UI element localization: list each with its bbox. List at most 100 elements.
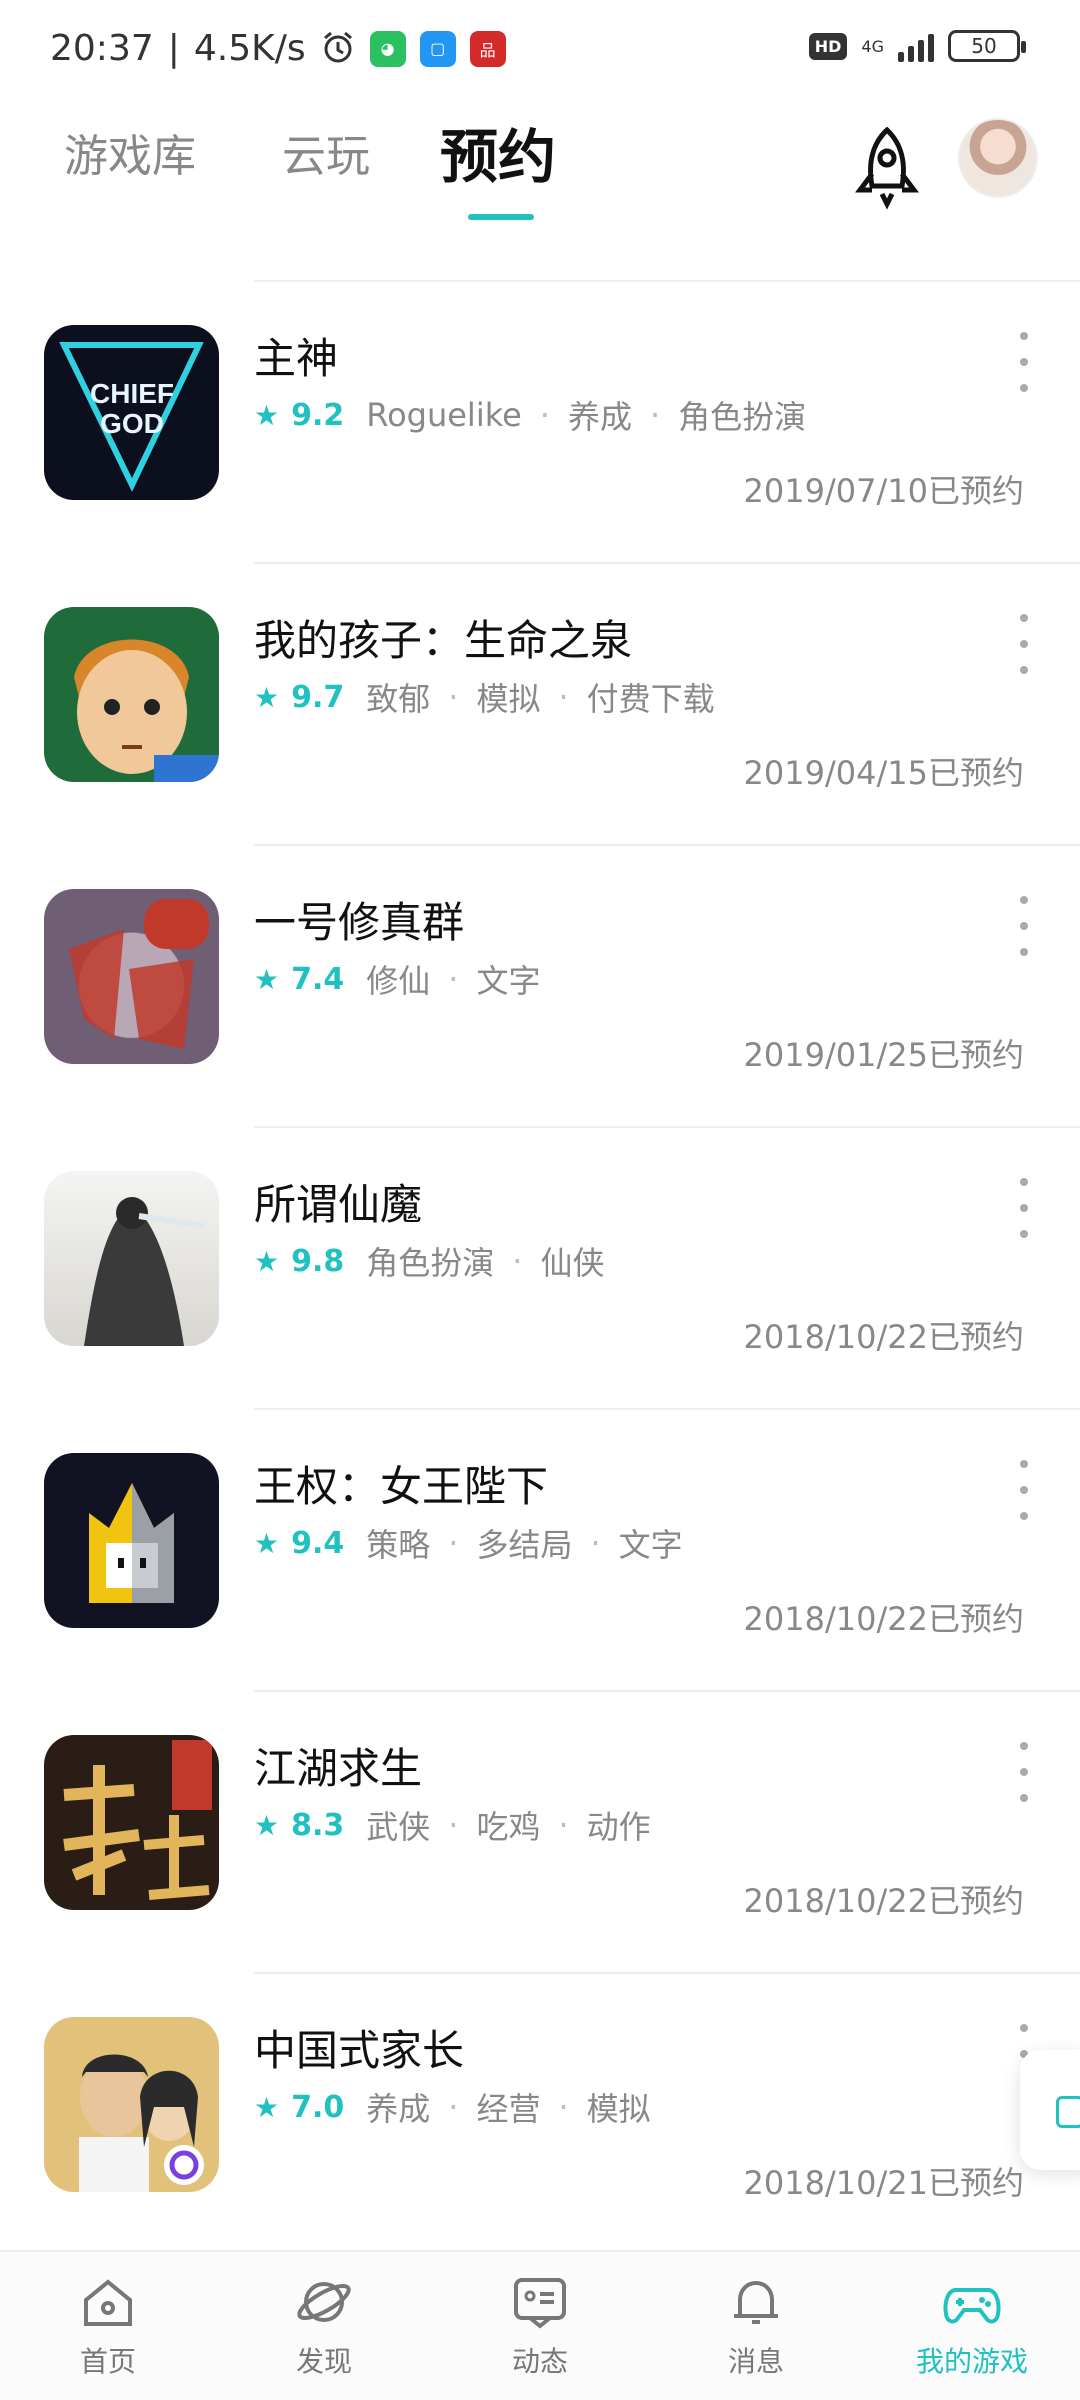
xiuzhen-icon bbox=[44, 889, 219, 1064]
avatar[interactable] bbox=[958, 118, 1038, 198]
nav-feed[interactable]: 动态 bbox=[460, 2272, 620, 2380]
tag-separator: · bbox=[649, 396, 661, 434]
game-tag: 养成 bbox=[366, 2090, 431, 2128]
game-tag: 多结局 bbox=[476, 1526, 573, 1564]
tag-separator: · bbox=[558, 2088, 569, 2126]
game-row[interactable]: 江湖求生 ★ 8.3 武侠 · 吃鸡 · 动作 2018/10/22已预约 bbox=[0, 1690, 1080, 1972]
game-tag: 经营 bbox=[476, 2090, 541, 2128]
game-row[interactable]: 所谓仙魔 ★ 9.8 角色扮演 · 仙侠 2018/10/22已预约 bbox=[0, 1126, 1080, 1408]
reservation-date: 2019/07/10已预约 bbox=[743, 472, 1024, 510]
battery-icon: 50 bbox=[948, 30, 1026, 62]
game-title: 我的孩子：生命之泉 bbox=[254, 616, 633, 665]
more-icon[interactable] bbox=[1014, 1178, 1034, 1238]
floating-download-button[interactable] bbox=[1020, 2050, 1080, 2170]
game-tag: 养成 bbox=[567, 398, 632, 436]
star-icon: ★ bbox=[254, 2090, 280, 2124]
game-title: 所谓仙魔 bbox=[254, 1180, 423, 1229]
tag-separator: · bbox=[512, 1242, 523, 1280]
gamepad-icon bbox=[943, 2288, 1001, 2324]
nav-my-games[interactable]: 我的游戏 bbox=[892, 2272, 1052, 2380]
star-icon: ★ bbox=[254, 1244, 280, 1278]
game-row[interactable]: 一号修真群 ★ 7.4 修仙 · 文字 2019/01/25已预约 bbox=[0, 844, 1080, 1126]
nav-home[interactable]: 首页 bbox=[28, 2272, 188, 2380]
game-rating: 7.4 bbox=[291, 961, 345, 997]
game-tag: 策略 bbox=[366, 1526, 431, 1564]
star-icon: ★ bbox=[254, 962, 280, 996]
game-meta: ★ 7.4 修仙 · 文字 bbox=[254, 956, 540, 1002]
game-meta: ★ 9.2 Roguelike · 养成 · 角色扮演 bbox=[254, 392, 806, 438]
tag-separator: · bbox=[448, 1806, 459, 1844]
game-row[interactable]: 中国式家长 ★ 7.0 养成 · 经营 · 模拟 2018/10/21已预约 bbox=[0, 1972, 1080, 2254]
game-title: 中国式家长 bbox=[254, 2026, 465, 2075]
hd-badge: HD bbox=[808, 32, 848, 60]
nav-label: 发现 bbox=[295, 2345, 352, 2378]
reservation-date: 2019/01/25已预约 bbox=[743, 1036, 1024, 1074]
battery-level: 50 bbox=[971, 34, 997, 58]
game-tag: 修仙 bbox=[366, 962, 431, 1000]
tab-reservation[interactable]: 预约 bbox=[440, 110, 556, 194]
reservation-date: 2018/10/21已预约 bbox=[743, 2164, 1024, 2202]
game-tag: 仙侠 bbox=[540, 1244, 605, 1282]
game-rating: 8.3 bbox=[291, 1807, 345, 1843]
star-icon: ★ bbox=[254, 1808, 280, 1842]
signal-icon bbox=[898, 30, 934, 62]
game-tag: 模拟 bbox=[476, 680, 541, 718]
tag-separator: · bbox=[539, 396, 550, 434]
game-tag: 文字 bbox=[618, 1526, 683, 1564]
game-tag: 武侠 bbox=[366, 1808, 431, 1846]
reservation-date: 2019/04/15已预约 bbox=[743, 754, 1024, 792]
game-tag: 文字 bbox=[476, 962, 541, 1000]
game-tag: Roguelike bbox=[366, 396, 522, 434]
game-rating: 9.2 bbox=[291, 397, 345, 433]
reservation-date: 2018/10/22已预约 bbox=[743, 1882, 1024, 1920]
game-row[interactable]: 我的孩子：生命之泉 ★ 9.7 致郁 · 模拟 · 付费下载 2019/04/1… bbox=[0, 562, 1080, 844]
more-icon[interactable] bbox=[1014, 332, 1034, 392]
star-icon: ★ bbox=[254, 1526, 280, 1560]
tag-separator: · bbox=[448, 1524, 459, 1562]
tab-cloud-play[interactable]: 云玩 bbox=[282, 120, 370, 184]
svg-text:GOD: GOD bbox=[100, 408, 164, 439]
alarm-icon bbox=[320, 29, 356, 69]
game-meta: ★ 8.3 武侠 · 吃鸡 · 动作 bbox=[254, 1802, 651, 1848]
game-row[interactable]: CHIEF GOD 主神 ★ 9.2 Roguelike · 养成 · 角色扮演… bbox=[0, 280, 1080, 562]
more-icon[interactable] bbox=[1014, 896, 1034, 956]
game-rating: 9.7 bbox=[291, 679, 345, 715]
bell-icon bbox=[734, 2280, 778, 2324]
chat-app-icon: ▢ bbox=[419, 30, 456, 67]
feed-icon bbox=[514, 2278, 566, 2329]
tag-separator: · bbox=[558, 678, 569, 716]
game-rating: 9.8 bbox=[291, 1243, 345, 1279]
nav-discover[interactable]: 发现 bbox=[244, 2272, 404, 2380]
nav-label: 首页 bbox=[79, 2345, 136, 2378]
top-tabs: 游戏库 云玩 预约 bbox=[0, 110, 1080, 230]
rocket-icon[interactable] bbox=[852, 124, 922, 214]
tag-separator: · bbox=[448, 678, 459, 716]
nav-messages[interactable]: 消息 bbox=[676, 2272, 836, 2380]
more-icon[interactable] bbox=[1014, 614, 1034, 674]
home-icon bbox=[84, 2279, 132, 2326]
shop-app-icon: 品 bbox=[469, 30, 506, 67]
tag-separator: · bbox=[448, 960, 459, 998]
tag-separator: · bbox=[558, 1806, 569, 1844]
nav-label: 动态 bbox=[511, 2345, 568, 2378]
game-row[interactable]: 王权：女王陛下 ★ 9.4 策略 · 多结局 · 文字 2018/10/22已预… bbox=[0, 1408, 1080, 1690]
xianmo-icon bbox=[44, 1171, 219, 1346]
status-separator: | bbox=[167, 28, 180, 69]
tab-game-library[interactable]: 游戏库 bbox=[64, 120, 196, 184]
game-tag: 角色扮演 bbox=[678, 398, 807, 436]
game-tag: 付费下载 bbox=[586, 680, 715, 718]
network-type: 4G bbox=[861, 36, 884, 56]
game-tag: 角色扮演 bbox=[366, 1244, 495, 1282]
status-speed: 4.5K/s bbox=[193, 28, 306, 69]
nav-label: 我的游戏 bbox=[915, 2345, 1028, 2378]
game-title: 一号修真群 bbox=[254, 898, 465, 947]
my-child-icon bbox=[44, 607, 219, 782]
reservation-date: 2018/10/22已预约 bbox=[743, 1318, 1024, 1356]
jianghu-icon bbox=[44, 1735, 219, 1910]
game-tag: 致郁 bbox=[366, 680, 431, 718]
reigns-icon bbox=[44, 1453, 219, 1628]
more-icon[interactable] bbox=[1014, 1460, 1034, 1520]
game-title: 江湖求生 bbox=[254, 1744, 423, 1793]
more-icon[interactable] bbox=[1014, 1742, 1034, 1802]
wechat-icon: ◕ bbox=[369, 30, 406, 67]
